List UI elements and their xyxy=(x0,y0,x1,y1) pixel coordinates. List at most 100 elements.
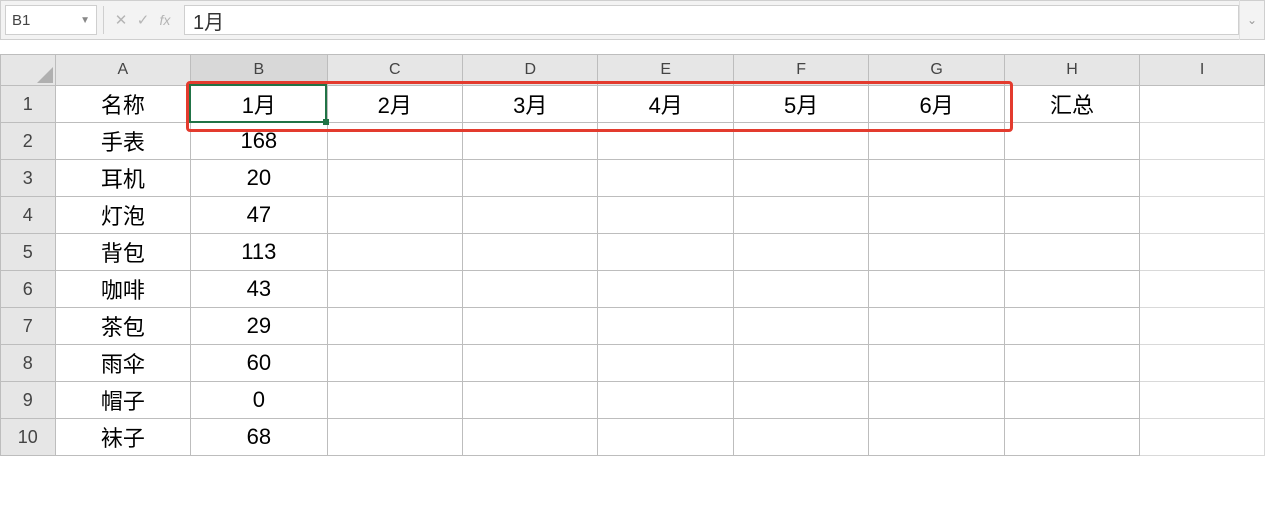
row-header-2[interactable]: 2 xyxy=(1,123,56,160)
cell-B6[interactable]: 43 xyxy=(191,271,327,308)
cell-G1[interactable]: 6月 xyxy=(869,86,1004,123)
cell-G5[interactable] xyxy=(869,234,1004,271)
cell-A2[interactable]: 手表 xyxy=(55,123,190,160)
cell-H2[interactable] xyxy=(1004,123,1139,160)
cell-H3[interactable] xyxy=(1004,160,1139,197)
chevron-down-icon[interactable]: ▼ xyxy=(80,15,90,26)
row-header-9[interactable]: 9 xyxy=(1,382,56,419)
cell-A8[interactable]: 雨伞 xyxy=(55,345,190,382)
cell-G9[interactable] xyxy=(869,382,1004,419)
column-header-F[interactable]: F xyxy=(733,55,868,86)
cell-B8[interactable]: 60 xyxy=(191,345,327,382)
cell-H4[interactable] xyxy=(1004,197,1139,234)
cell-I10[interactable] xyxy=(1140,419,1265,456)
cell-A6[interactable]: 咖啡 xyxy=(55,271,190,308)
select-all-corner[interactable] xyxy=(1,55,56,86)
cell-B3[interactable]: 20 xyxy=(191,160,327,197)
cell-H9[interactable] xyxy=(1004,382,1139,419)
cell-D9[interactable] xyxy=(463,382,598,419)
cell-E10[interactable] xyxy=(598,419,733,456)
cell-E8[interactable] xyxy=(598,345,733,382)
cell-I4[interactable] xyxy=(1140,197,1265,234)
cell-F10[interactable] xyxy=(733,419,868,456)
column-header-A[interactable]: A xyxy=(55,55,190,86)
row-header-8[interactable]: 8 xyxy=(1,345,56,382)
cell-I8[interactable] xyxy=(1140,345,1265,382)
insert-function-button[interactable]: fx xyxy=(154,6,176,34)
cell-C8[interactable] xyxy=(327,345,462,382)
cell-F4[interactable] xyxy=(733,197,868,234)
cell-G3[interactable] xyxy=(869,160,1004,197)
cell-A10[interactable]: 袜子 xyxy=(55,419,190,456)
cell-G2[interactable] xyxy=(869,123,1004,160)
cell-A9[interactable]: 帽子 xyxy=(55,382,190,419)
cell-I2[interactable] xyxy=(1140,123,1265,160)
cell-D4[interactable] xyxy=(463,197,598,234)
cell-I5[interactable] xyxy=(1140,234,1265,271)
column-header-D[interactable]: D xyxy=(463,55,598,86)
cell-E7[interactable] xyxy=(598,308,733,345)
cell-H8[interactable] xyxy=(1004,345,1139,382)
cell-H7[interactable] xyxy=(1004,308,1139,345)
cell-D6[interactable] xyxy=(463,271,598,308)
row-header-3[interactable]: 3 xyxy=(1,160,56,197)
cell-C3[interactable] xyxy=(327,160,462,197)
cell-D7[interactable] xyxy=(463,308,598,345)
cell-I3[interactable] xyxy=(1140,160,1265,197)
row-header-5[interactable]: 5 xyxy=(1,234,56,271)
cell-E5[interactable] xyxy=(598,234,733,271)
cell-C4[interactable] xyxy=(327,197,462,234)
cell-C5[interactable] xyxy=(327,234,462,271)
cell-H10[interactable] xyxy=(1004,419,1139,456)
cell-B10[interactable]: 68 xyxy=(191,419,327,456)
cell-B2[interactable]: 168 xyxy=(191,123,327,160)
expand-formula-bar-button[interactable]: ⌄ xyxy=(1239,0,1264,40)
row-header-6[interactable]: 6 xyxy=(1,271,56,308)
column-header-B[interactable]: B xyxy=(191,55,327,86)
row-header-4[interactable]: 4 xyxy=(1,197,56,234)
cell-B4[interactable]: 47 xyxy=(191,197,327,234)
row-header-1[interactable]: 1 xyxy=(1,86,56,123)
cell-A4[interactable]: 灯泡 xyxy=(55,197,190,234)
cell-G6[interactable] xyxy=(869,271,1004,308)
cell-D2[interactable] xyxy=(463,123,598,160)
formula-input[interactable]: 1月 xyxy=(184,5,1239,35)
cell-D1[interactable]: 3月 xyxy=(463,86,598,123)
cell-B9[interactable]: 0 xyxy=(191,382,327,419)
cell-I7[interactable] xyxy=(1140,308,1265,345)
column-header-H[interactable]: H xyxy=(1004,55,1139,86)
cell-A3[interactable]: 耳机 xyxy=(55,160,190,197)
row-header-7[interactable]: 7 xyxy=(1,308,56,345)
cell-F3[interactable] xyxy=(733,160,868,197)
cell-G10[interactable] xyxy=(869,419,1004,456)
cell-I6[interactable] xyxy=(1140,271,1265,308)
cell-G7[interactable] xyxy=(869,308,1004,345)
cell-D5[interactable] xyxy=(463,234,598,271)
cell-E2[interactable] xyxy=(598,123,733,160)
cell-B7[interactable]: 29 xyxy=(191,308,327,345)
cell-C1[interactable]: 2月 xyxy=(327,86,462,123)
cell-F9[interactable] xyxy=(733,382,868,419)
cell-H5[interactable] xyxy=(1004,234,1139,271)
cell-E3[interactable] xyxy=(598,160,733,197)
cell-D8[interactable] xyxy=(463,345,598,382)
column-header-C[interactable]: C xyxy=(327,55,462,86)
cell-B1[interactable]: 1月 xyxy=(191,86,327,123)
cell-E6[interactable] xyxy=(598,271,733,308)
name-box[interactable]: B1 ▼ xyxy=(5,5,97,35)
column-header-I[interactable]: I xyxy=(1140,55,1265,86)
cell-B5[interactable]: 113 xyxy=(191,234,327,271)
cell-H1[interactable]: 汇总 xyxy=(1004,86,1139,123)
column-header-G[interactable]: G xyxy=(869,55,1004,86)
cell-F6[interactable] xyxy=(733,271,868,308)
cell-D3[interactable] xyxy=(463,160,598,197)
cell-C2[interactable] xyxy=(327,123,462,160)
cell-I9[interactable] xyxy=(1140,382,1265,419)
cell-C6[interactable] xyxy=(327,271,462,308)
cell-I1[interactable] xyxy=(1140,86,1265,123)
cancel-button[interactable]: ✕ xyxy=(110,6,132,34)
cell-C7[interactable] xyxy=(327,308,462,345)
cell-A1[interactable]: 名称 xyxy=(55,86,190,123)
cell-E1[interactable]: 4月 xyxy=(598,86,733,123)
cell-F2[interactable] xyxy=(733,123,868,160)
